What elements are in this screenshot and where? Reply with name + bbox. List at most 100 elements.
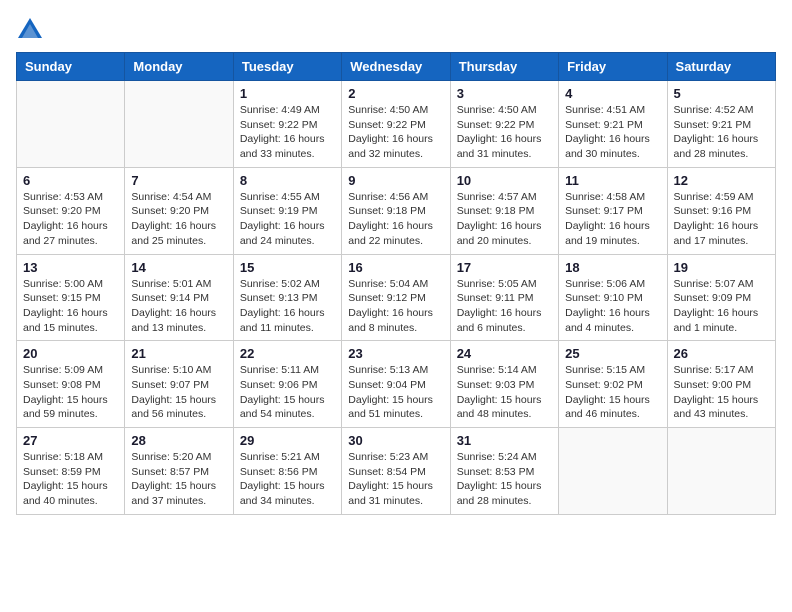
calendar-cell: 31 Sunrise: 5:24 AM Sunset: 8:53 PM Dayli… (450, 428, 558, 515)
calendar-table: SundayMondayTuesdayWednesdayThursdayFrid… (16, 52, 776, 515)
day-number: 13 (23, 260, 118, 275)
day-info: Sunrise: 5:10 AM Sunset: 9:07 PM Dayligh… (131, 363, 226, 422)
day-number: 18 (565, 260, 660, 275)
day-info: Sunrise: 5:02 AM Sunset: 9:13 PM Dayligh… (240, 277, 335, 336)
calendar-week-row: 20 Sunrise: 5:09 AM Sunset: 9:08 PM Dayli… (17, 341, 776, 428)
day-number: 15 (240, 260, 335, 275)
day-number: 14 (131, 260, 226, 275)
day-info: Sunrise: 5:24 AM Sunset: 8:53 PM Dayligh… (457, 450, 552, 509)
day-number: 26 (674, 346, 769, 361)
day-info: Sunrise: 5:01 AM Sunset: 9:14 PM Dayligh… (131, 277, 226, 336)
calendar-cell: 22 Sunrise: 5:11 AM Sunset: 9:06 PM Dayli… (233, 341, 341, 428)
day-info: Sunrise: 4:50 AM Sunset: 9:22 PM Dayligh… (348, 103, 443, 162)
calendar-cell: 20 Sunrise: 5:09 AM Sunset: 9:08 PM Dayli… (17, 341, 125, 428)
calendar-cell: 23Sunrise: 5:13 AM Sunset: 9:04 PM Dayli… (342, 341, 450, 428)
calendar-cell: 27Sunrise: 5:18 AM Sunset: 8:59 PM Dayli… (17, 428, 125, 515)
calendar-cell: 11Sunrise: 4:58 AM Sunset: 9:17 PM Dayli… (559, 167, 667, 254)
day-of-week-header: Sunday (17, 53, 125, 81)
day-info: Sunrise: 5:09 AM Sunset: 9:08 PM Dayligh… (23, 363, 118, 422)
day-info: Sunrise: 4:52 AM Sunset: 9:21 PM Dayligh… (674, 103, 769, 162)
calendar-week-row: 6 Sunrise: 4:53 AM Sunset: 9:20 PM Daylig… (17, 167, 776, 254)
day-number: 16 (348, 260, 443, 275)
day-info: Sunrise: 4:53 AM Sunset: 9:20 PM Dayligh… (23, 190, 118, 249)
calendar-cell: 7 Sunrise: 4:54 AM Sunset: 9:20 PM Daylig… (125, 167, 233, 254)
day-number: 1 (240, 86, 335, 101)
calendar-week-row: 1 Sunrise: 4:49 AM Sunset: 9:22 PM Daylig… (17, 81, 776, 168)
calendar-cell (125, 81, 233, 168)
day-number: 30 (348, 433, 443, 448)
calendar-cell: 9 Sunrise: 4:56 AM Sunset: 9:18 PM Daylig… (342, 167, 450, 254)
day-info: Sunrise: 5:05 AM Sunset: 9:11 PM Dayligh… (457, 277, 552, 336)
day-number: 7 (131, 173, 226, 188)
calendar-cell: 28 Sunrise: 5:20 AM Sunset: 8:57 PM Dayli… (125, 428, 233, 515)
day-of-week-header: Thursday (450, 53, 558, 81)
day-number: 29 (240, 433, 335, 448)
day-of-week-header: Wednesday (342, 53, 450, 81)
calendar-cell (17, 81, 125, 168)
day-number: 20 (23, 346, 118, 361)
day-number: 28 (131, 433, 226, 448)
day-number: 6 (23, 173, 118, 188)
day-info: Sunrise: 5:21 AM Sunset: 8:56 PM Dayligh… (240, 450, 335, 509)
day-info: Sunrise: 4:51 AM Sunset: 9:21 PM Dayligh… (565, 103, 660, 162)
day-number: 19 (674, 260, 769, 275)
calendar-cell: 19Sunrise: 5:07 AM Sunset: 9:09 PM Dayli… (667, 254, 775, 341)
day-number: 12 (674, 173, 769, 188)
logo (16, 16, 48, 44)
calendar-cell: 21 Sunrise: 5:10 AM Sunset: 9:07 PM Dayli… (125, 341, 233, 428)
day-info: Sunrise: 4:56 AM Sunset: 9:18 PM Dayligh… (348, 190, 443, 249)
calendar-cell: 13Sunrise: 5:00 AM Sunset: 9:15 PM Dayli… (17, 254, 125, 341)
day-of-week-header: Monday (125, 53, 233, 81)
calendar-cell: 14 Sunrise: 5:01 AM Sunset: 9:14 PM Dayli… (125, 254, 233, 341)
calendar-cell: 4 Sunrise: 4:51 AM Sunset: 9:21 PM Daylig… (559, 81, 667, 168)
day-number: 2 (348, 86, 443, 101)
day-number: 22 (240, 346, 335, 361)
calendar-cell: 29 Sunrise: 5:21 AM Sunset: 8:56 PM Dayli… (233, 428, 341, 515)
day-info: Sunrise: 5:04 AM Sunset: 9:12 PM Dayligh… (348, 277, 443, 336)
day-number: 8 (240, 173, 335, 188)
day-number: 27 (23, 433, 118, 448)
day-of-week-header: Saturday (667, 53, 775, 81)
day-number: 23 (348, 346, 443, 361)
calendar-cell: 12 Sunrise: 4:59 AM Sunset: 9:16 PM Dayli… (667, 167, 775, 254)
day-number: 31 (457, 433, 552, 448)
day-number: 9 (348, 173, 443, 188)
calendar-cell (559, 428, 667, 515)
day-of-week-header: Tuesday (233, 53, 341, 81)
day-info: Sunrise: 5:06 AM Sunset: 9:10 PM Dayligh… (565, 277, 660, 336)
day-number: 5 (674, 86, 769, 101)
day-info: Sunrise: 4:49 AM Sunset: 9:22 PM Dayligh… (240, 103, 335, 162)
calendar-cell: 24Sunrise: 5:14 AM Sunset: 9:03 PM Dayli… (450, 341, 558, 428)
day-number: 17 (457, 260, 552, 275)
calendar-cell: 25 Sunrise: 5:15 AM Sunset: 9:02 PM Dayli… (559, 341, 667, 428)
day-number: 21 (131, 346, 226, 361)
day-number: 25 (565, 346, 660, 361)
day-number: 11 (565, 173, 660, 188)
calendar-cell: 2 Sunrise: 4:50 AM Sunset: 9:22 PM Daylig… (342, 81, 450, 168)
day-info: Sunrise: 4:59 AM Sunset: 9:16 PM Dayligh… (674, 190, 769, 249)
calendar-cell: 26 Sunrise: 5:17 AM Sunset: 9:00 PM Dayli… (667, 341, 775, 428)
day-info: Sunrise: 5:15 AM Sunset: 9:02 PM Dayligh… (565, 363, 660, 422)
day-info: Sunrise: 5:11 AM Sunset: 9:06 PM Dayligh… (240, 363, 335, 422)
calendar-cell: 10 Sunrise: 4:57 AM Sunset: 9:18 PM Dayli… (450, 167, 558, 254)
day-info: Sunrise: 4:50 AM Sunset: 9:22 PM Dayligh… (457, 103, 552, 162)
day-info: Sunrise: 5:20 AM Sunset: 8:57 PM Dayligh… (131, 450, 226, 509)
day-info: Sunrise: 5:17 AM Sunset: 9:00 PM Dayligh… (674, 363, 769, 422)
calendar-cell: 6 Sunrise: 4:53 AM Sunset: 9:20 PM Daylig… (17, 167, 125, 254)
calendar-cell: 3Sunrise: 4:50 AM Sunset: 9:22 PM Daylig… (450, 81, 558, 168)
calendar-cell: 15 Sunrise: 5:02 AM Sunset: 9:13 PM Dayli… (233, 254, 341, 341)
calendar-cell (667, 428, 775, 515)
calendar-cell: 5 Sunrise: 4:52 AM Sunset: 9:21 PM Daylig… (667, 81, 775, 168)
day-of-week-header: Friday (559, 53, 667, 81)
day-info: Sunrise: 4:54 AM Sunset: 9:20 PM Dayligh… (131, 190, 226, 249)
day-info: Sunrise: 4:57 AM Sunset: 9:18 PM Dayligh… (457, 190, 552, 249)
calendar-cell: 30 Sunrise: 5:23 AM Sunset: 8:54 PM Dayli… (342, 428, 450, 515)
day-number: 24 (457, 346, 552, 361)
day-info: Sunrise: 5:23 AM Sunset: 8:54 PM Dayligh… (348, 450, 443, 509)
calendar-week-row: 27Sunrise: 5:18 AM Sunset: 8:59 PM Dayli… (17, 428, 776, 515)
page-header (16, 16, 776, 44)
logo-icon (16, 16, 44, 44)
day-number: 4 (565, 86, 660, 101)
day-number: 10 (457, 173, 552, 188)
calendar-cell: 18 Sunrise: 5:06 AM Sunset: 9:10 PM Dayli… (559, 254, 667, 341)
